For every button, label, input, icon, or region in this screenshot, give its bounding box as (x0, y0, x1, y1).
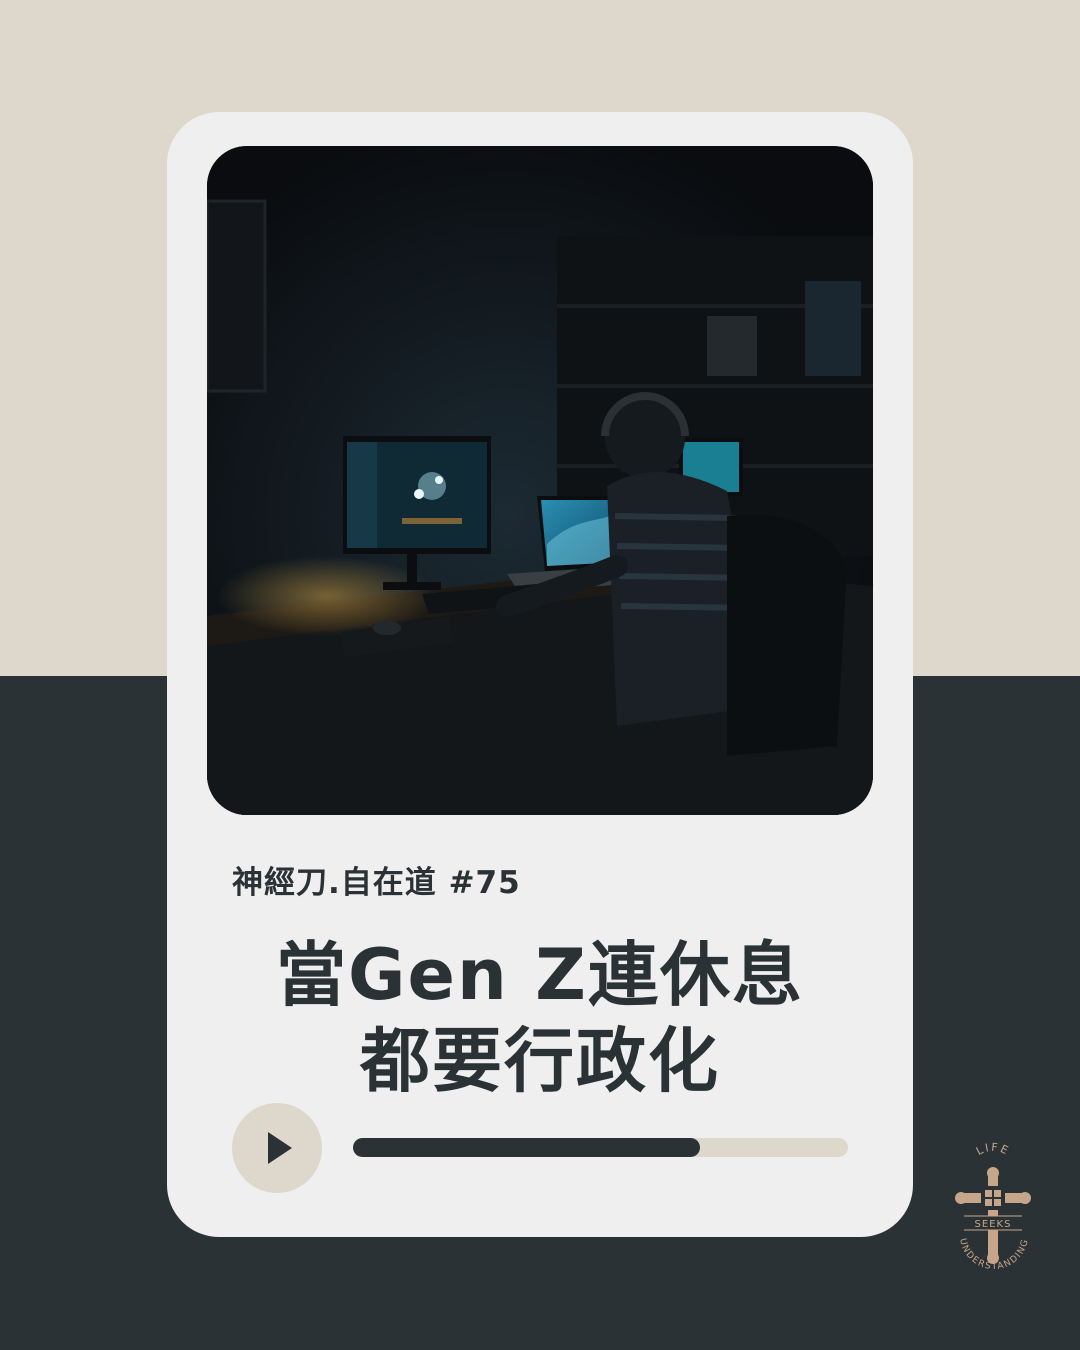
progress-bar[interactable] (353, 1138, 848, 1157)
title-line-2: 都要行政化 (360, 1020, 720, 1102)
logo-middle-text: SEEKS (975, 1219, 1012, 1230)
svg-text:LIFE: LIFE (974, 1141, 1012, 1158)
cover-photo (207, 146, 873, 815)
progress-fill (353, 1138, 700, 1157)
episode-label: 神經刀.自在道 #75 (232, 865, 521, 901)
logo-top-text: LIFE (974, 1141, 1010, 1158)
title-line-1: 當Gen Z連休息 (276, 934, 804, 1016)
play-icon (268, 1132, 292, 1164)
audio-player-card: 神經刀.自在道 #75 當Gen Z連休息 都要行政化 (167, 112, 913, 1237)
life-seeks-understanding-logo: LIFE SEEKS UNDERSTANDING (948, 1140, 1038, 1300)
play-button[interactable] (232, 1103, 322, 1193)
